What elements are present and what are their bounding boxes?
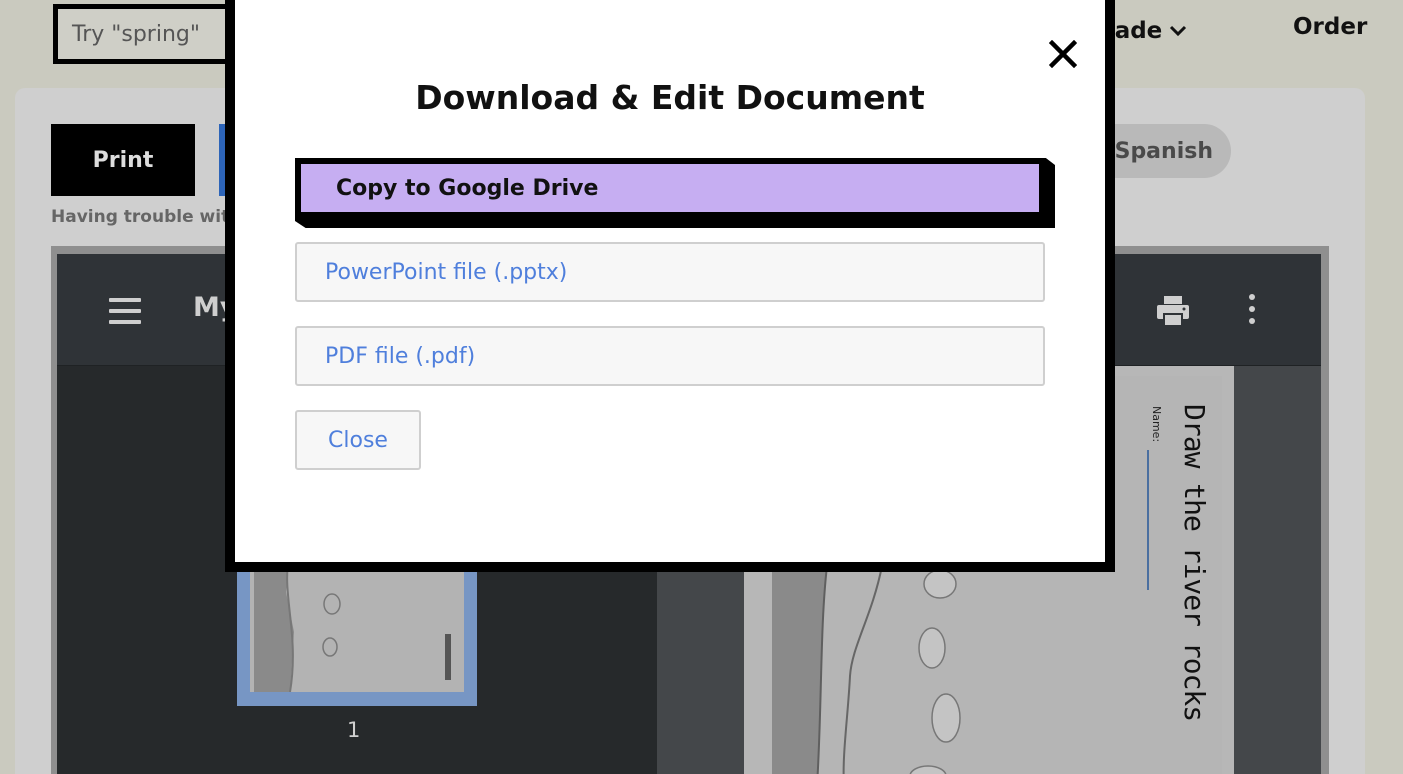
close-icon[interactable] xyxy=(1043,34,1083,74)
thumbnail-page-1[interactable] xyxy=(237,552,477,706)
name-line xyxy=(1147,450,1149,590)
name-label: Name: xyxy=(1150,406,1163,443)
order-link[interactable]: Order xyxy=(1293,14,1367,40)
print-button[interactable]: Print xyxy=(51,124,195,196)
printer-icon[interactable] xyxy=(1155,294,1191,328)
download-modal: Download & Edit Document Copy to Google … xyxy=(225,0,1115,572)
close-button[interactable]: Close xyxy=(295,410,421,470)
search-input[interactable]: Try "spring" xyxy=(53,4,253,64)
more-vertical-icon[interactable] xyxy=(1247,294,1257,326)
menu-icon[interactable] xyxy=(109,298,141,324)
chevron-down-icon xyxy=(1170,25,1187,37)
copy-to-google-drive-button[interactable]: Copy to Google Drive xyxy=(301,164,1039,212)
google-drive-option-wrap: Copy to Google Drive xyxy=(295,158,1055,228)
modal-title: Download & Edit Document xyxy=(415,78,925,117)
search-placeholder: Try "spring" xyxy=(72,21,200,47)
thumbnail-page-number: 1 xyxy=(347,718,361,742)
thumbnail-image xyxy=(250,552,464,692)
pdf-download-button[interactable]: PDF file (.pdf) xyxy=(295,326,1045,386)
page-heading: Draw the river rocks xyxy=(1178,404,1211,722)
trouble-text: Having trouble with xyxy=(51,207,242,227)
page: Try "spring" d Grade Order Print Spanish… xyxy=(0,0,1403,774)
pptx-download-button[interactable]: PowerPoint file (.pptx) xyxy=(295,242,1045,302)
